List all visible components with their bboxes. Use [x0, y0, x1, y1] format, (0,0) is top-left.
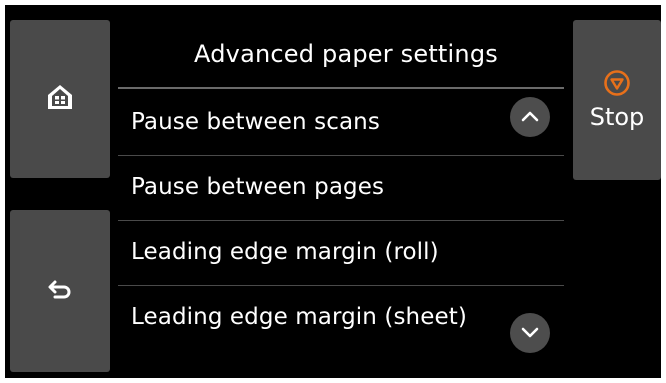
- list-item-label: Pause between pages: [131, 174, 385, 200]
- list-item-label: Leading edge margin (roll): [131, 239, 439, 265]
- list-item-leading-edge-margin-sheet[interactable]: Leading edge margin (sheet): [118, 286, 564, 350]
- title-divider: [118, 87, 564, 89]
- scroll-up-button[interactable]: [510, 97, 550, 137]
- back-button[interactable]: [10, 210, 110, 372]
- chevron-up-icon: [520, 108, 540, 127]
- settings-list: Pause between scans Pause between pages …: [118, 91, 564, 350]
- stop-button[interactable]: Stop: [573, 20, 661, 180]
- list-item-pause-between-pages[interactable]: Pause between pages: [118, 156, 564, 221]
- printer-panel-screen: Advanced paper settings Pause between sc…: [5, 5, 661, 378]
- list-item-label: Pause between scans: [131, 109, 380, 135]
- back-arrow-icon: [47, 277, 73, 305]
- home-icon: [45, 82, 75, 116]
- page-title: Advanced paper settings: [194, 40, 498, 68]
- list-item-pause-between-scans[interactable]: Pause between scans: [118, 91, 564, 156]
- stop-icon: [603, 69, 631, 101]
- chevron-down-icon: [520, 324, 540, 343]
- stop-label: Stop: [589, 103, 645, 131]
- list-item-label: Leading edge margin (sheet): [131, 304, 467, 330]
- scroll-down-button[interactable]: [510, 313, 550, 353]
- home-button[interactable]: [10, 20, 110, 178]
- list-item-leading-edge-margin-roll[interactable]: Leading edge margin (roll): [118, 221, 564, 286]
